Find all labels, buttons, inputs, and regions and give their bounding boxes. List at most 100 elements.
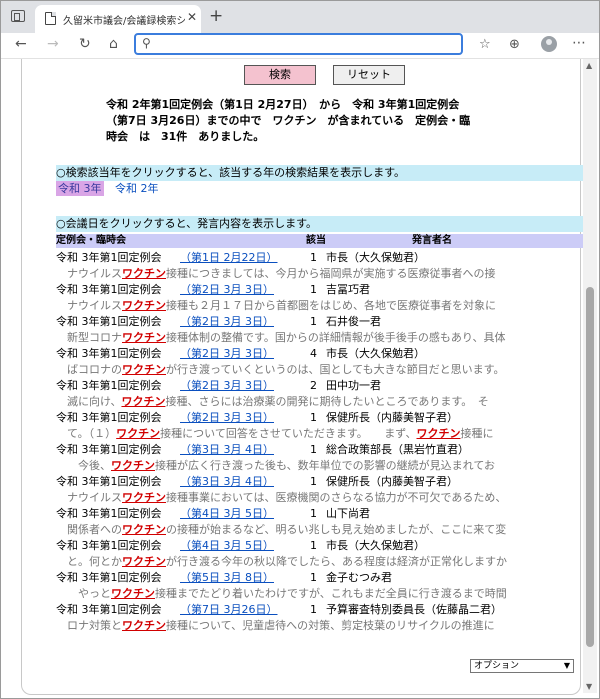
result-speaker: 市長（大久保勉君） xyxy=(326,251,425,264)
result-snippet: ナウイルスワクチン接種も２月１７日から首都圏をはじめ、各地で医療従事者を対象に xyxy=(56,298,590,314)
close-tab-icon[interactable]: ✕ xyxy=(187,10,197,24)
column-hits: 該当 xyxy=(306,235,326,246)
address-bar[interactable]: ⚲ xyxy=(134,33,463,55)
snippet-post: 接種について、児童虐待への対策、剪定枝葉のリサイクルの推進に xyxy=(166,619,495,632)
result-row: 令和 3年第1回定例会 （第3日 3月 4日） 1 総合政策部長（黒岩竹直君） 今後、… xyxy=(56,442,590,474)
result-meta: 令和 3年第1回定例会 （第2日 3月 3日） 1 保健所長（内藤美智子君） xyxy=(56,410,590,426)
result-hit-count: 1 xyxy=(310,475,317,488)
page-scrollbar[interactable]: ▲ ▼ xyxy=(583,59,597,693)
result-speaker: 山下尚君 xyxy=(326,507,370,520)
result-speaker: 保健所長（内藤美智子君） xyxy=(326,411,458,424)
reset-button[interactable]: リセット xyxy=(333,65,405,85)
forward-icon[interactable]: → xyxy=(47,36,59,52)
result-date-link[interactable]: （第3日 3月 4日） xyxy=(180,474,274,490)
browser-window: 久留米市議会/会議録検索システム ✕ + ← → ↻ ⌂ ⚲ ☆ ⊕ ⋯ 検索 … xyxy=(0,0,600,699)
result-snippet: ロナ対策とワクチン接種について、児童虐待への対策、剪定枝葉のリサイクルの推進に xyxy=(56,618,590,634)
result-date-link[interactable]: （第2日 3月 3日） xyxy=(180,314,274,330)
keyword-highlight: ワクチン xyxy=(122,523,166,536)
result-date-link[interactable]: （第1日 2月22日） xyxy=(180,250,278,266)
result-session: 令和 3年第1回定例会 xyxy=(56,347,162,360)
result-speaker: 金子むつみ君 xyxy=(326,571,392,584)
year-link-r2[interactable]: 令和 2年 xyxy=(113,181,161,196)
result-row: 令和 3年第1回定例会 （第1日 2月22日） 1 市長（大久保勉君） ナウイルスワク… xyxy=(56,250,590,282)
result-meta: 令和 3年第1回定例会 （第2日 3月 3日） 4 市長（大久保勉君） xyxy=(56,346,590,362)
snippet-post: 接種事業においては、医療機関のさらなる協力が不可欠であるため、 xyxy=(166,491,507,504)
result-date-link[interactable]: （第4日 3月 5日） xyxy=(180,538,274,554)
keyword-highlight: ワクチン xyxy=(122,267,166,280)
back-icon[interactable]: ← xyxy=(15,36,27,52)
keyword-highlight: ワクチン xyxy=(121,395,166,408)
scroll-up-icon[interactable]: ▲ xyxy=(586,61,592,70)
result-date-link[interactable]: （第2日 3月 3日） xyxy=(180,346,274,362)
collections-icon[interactable]: ⊕ xyxy=(509,37,520,52)
snippet-pre: ナウイルス xyxy=(56,299,122,312)
result-row: 令和 3年第1回定例会 （第4日 3月 5日） 1 山下尚君 関係者へのワクチンの接種… xyxy=(56,506,590,538)
browser-tab[interactable]: 久留米市議会/会議録検索システム ✕ xyxy=(35,5,201,33)
chevron-down-icon: ▼ xyxy=(563,661,570,670)
result-snippet: ナウイルスワクチン接種事業においては、医療機関のさらなる協力が不可欠であるため、 xyxy=(56,490,590,506)
result-row: 令和 3年第1回定例会 （第2日 3月 3日） 1 吉冨巧君 ナウイルスワクチン接種も… xyxy=(56,282,590,314)
window-menu-icon[interactable] xyxy=(11,10,25,22)
settings-menu-icon[interactable]: ⋯ xyxy=(572,35,586,51)
snippet-post: 接種も２月１７日から首都圏をはじめ、各地で医療従事者を対象に xyxy=(166,299,496,312)
keyword-highlight: ワクチン xyxy=(116,427,161,440)
favorites-icon[interactable]: ☆ xyxy=(479,37,491,52)
snippet-post: 接種までたどり着いたわけですが、これもまだ全員に行き渡るまで時間 xyxy=(155,587,507,600)
result-date-link[interactable]: （第7日 3月26日） xyxy=(180,602,278,618)
result-session: 令和 3年第1回定例会 xyxy=(56,571,162,584)
snippet-post: 接種が広く行き渡った後も、数年単位での影響の継続が見込まれてお xyxy=(155,459,496,472)
summary-line-1: 令和 2年第1回定例会（第1日 2月27日） から 令和 3年第1回定例会 xyxy=(106,98,460,111)
result-date-link[interactable]: （第5日 3月 8日） xyxy=(180,570,274,586)
option-select[interactable]: オプション ▼ xyxy=(470,659,574,673)
year-link-r3[interactable]: 令和 3年 xyxy=(56,181,104,196)
result-session: 令和 3年第1回定例会 xyxy=(56,283,162,296)
result-session: 令和 3年第1回定例会 xyxy=(56,475,162,488)
result-row: 令和 3年第1回定例会 （第2日 3月 3日） 1 石井俊一君 新型コロナワクチン接種… xyxy=(56,314,590,346)
results-list: 令和 3年第1回定例会 （第1日 2月22日） 1 市長（大久保勉君） ナウイルスワク… xyxy=(56,250,590,634)
result-meta: 令和 3年第1回定例会 （第5日 3月 8日） 1 金子むつみ君 xyxy=(56,570,590,586)
meeting-hint: ○会議日をクリックすると、発言内容を表示します。 xyxy=(56,216,590,232)
result-snippet: 滅に向け、ワクチン接種、さらには治療薬の開発に期待したいところであります。 そ xyxy=(56,394,590,410)
scroll-thumb[interactable] xyxy=(586,287,594,647)
tab-title: 久留米市議会/会議録検索システム xyxy=(63,16,185,27)
keyword-highlight: ワクチン xyxy=(122,331,166,344)
page-viewport: 検索 リセット 令和 2年第1回定例会（第1日 2月27日） から 令和 3年第… xyxy=(21,59,590,695)
result-speaker: 市長（大久保勉君） xyxy=(326,539,425,552)
year-hint: ○検索該当年をクリックすると、該当する年の検索結果を表示します。 xyxy=(56,165,590,181)
result-meta: 令和 3年第1回定例会 （第1日 2月22日） 1 市長（大久保勉君） xyxy=(56,250,590,266)
profile-avatar-icon[interactable] xyxy=(541,36,557,52)
result-snippet: と。何とかワクチンが行き渡る今年の秋以降でしたら、ある程度は経済が正常化しますか xyxy=(56,554,590,570)
search-button[interactable]: 検索 xyxy=(244,65,316,85)
result-date-link[interactable]: （第4日 3月 5日） xyxy=(180,506,274,522)
result-speaker: 総合政策部長（黒岩竹直君） xyxy=(326,443,469,456)
snippet-post: 接種について回答をさせていただきます。 まず、 xyxy=(160,427,417,440)
result-session: 令和 3年第1回定例会 xyxy=(56,251,162,264)
result-row: 令和 3年第1回定例会 （第5日 3月 8日） 1 金子むつみ君 やっとワクチン接種ま… xyxy=(56,570,590,602)
result-hit-count: 2 xyxy=(310,379,317,392)
scroll-down-icon[interactable]: ▼ xyxy=(586,682,592,691)
new-tab-icon[interactable]: + xyxy=(209,6,223,26)
result-speaker: 石井俊一君 xyxy=(326,315,381,328)
home-icon[interactable]: ⌂ xyxy=(109,36,118,52)
result-date-link[interactable]: （第2日 3月 3日） xyxy=(180,378,274,394)
result-snippet: ナウイルスワクチン接種につきましては、今月から福岡県が実施する医療従事者への接 xyxy=(56,266,590,282)
keyword-highlight: ワクチン xyxy=(122,555,166,568)
result-date-link[interactable]: （第2日 3月 3日） xyxy=(180,410,274,426)
keyword-highlight: ワクチン xyxy=(122,619,166,632)
result-date-link[interactable]: （第2日 3月 3日） xyxy=(180,282,274,298)
snippet-post: が行き渡る今年の秋以降でしたら、ある程度は経済が正常化しますか xyxy=(166,555,507,568)
result-hit-count: 1 xyxy=(310,539,317,552)
search-summary: 令和 2年第1回定例会（第1日 2月27日） から 令和 3年第1回定例会 （第… xyxy=(106,97,526,145)
result-snippet: やっとワクチン接種までたどり着いたわけですが、これもまだ全員に行き渡るまで時間 xyxy=(56,586,590,602)
keyword-highlight: ワクチン xyxy=(416,427,461,440)
result-meta: 令和 3年第1回定例会 （第2日 3月 3日） 1 石井俊一君 xyxy=(56,314,590,330)
snippet-pre: て。（１） xyxy=(56,427,117,440)
result-meta: 令和 3年第1回定例会 （第2日 3月 3日） 2 田中功一君 xyxy=(56,378,590,394)
snippet-post: 接種体制の整備です。国からの詳細情報が後手後手の感もあり、具体 xyxy=(166,331,506,344)
reload-icon[interactable]: ↻ xyxy=(79,36,91,52)
snippet-post: 接種につきましては、今月から福岡県が実施する医療従事者への接 xyxy=(166,267,496,280)
snippet-post: の接種が始まるなど、明るい兆しも見え始めましたが、ここに来て変 xyxy=(166,523,507,536)
snippet-pre: 今後、 xyxy=(56,459,111,472)
search-icon: ⚲ xyxy=(142,36,151,50)
result-date-link[interactable]: （第3日 3月 4日） xyxy=(180,442,274,458)
